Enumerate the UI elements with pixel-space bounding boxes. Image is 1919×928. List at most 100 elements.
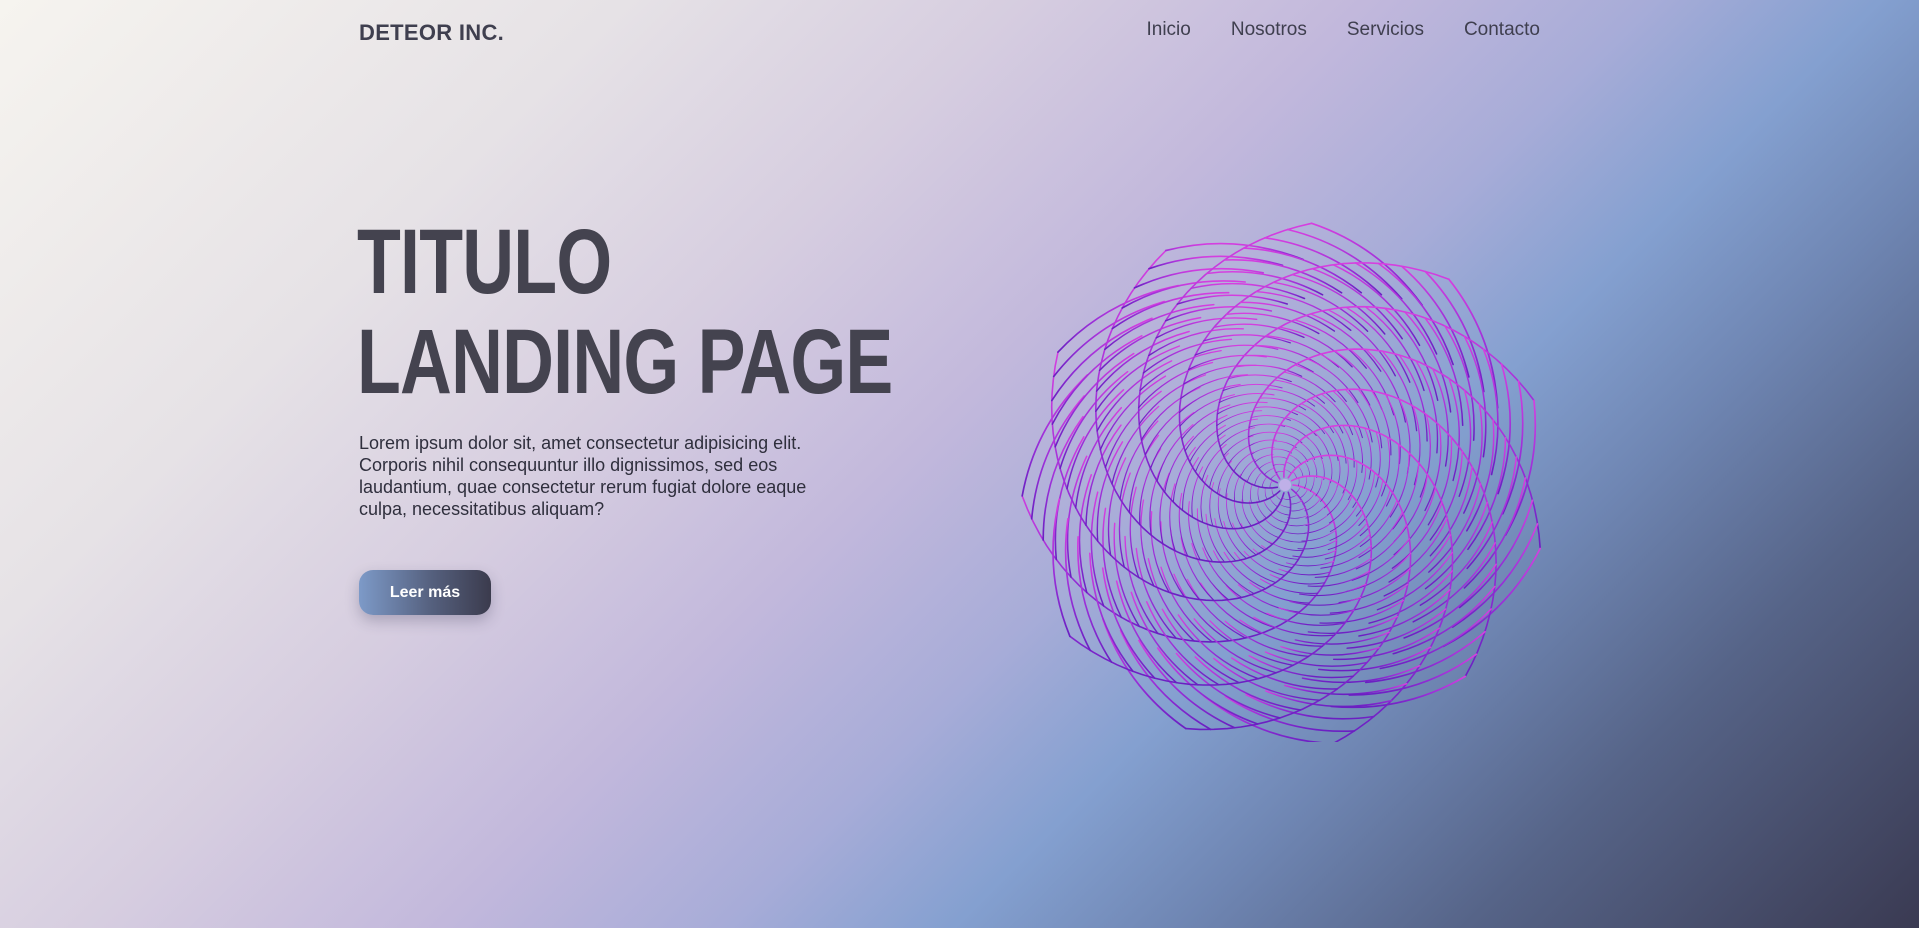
spiral-strand — [1148, 328, 1244, 357]
spiral-strand — [1269, 480, 1273, 489]
spiral-strand — [1319, 353, 1371, 406]
hero-title-line-1: TITULO — [357, 211, 612, 313]
spiral-graphic — [1021, 222, 1542, 742]
spiral-strand — [1298, 441, 1316, 460]
spiral-strand — [1278, 503, 1291, 508]
spiral-strand — [1283, 469, 1292, 474]
spiral-strand — [1225, 585, 1289, 622]
spiral-strand — [1284, 523, 1309, 527]
spiral-strand — [1345, 552, 1412, 593]
spiral-strand — [1310, 222, 1423, 306]
spiral-strand — [1254, 454, 1274, 463]
spiral-strand — [1294, 631, 1390, 645]
spiral-strand — [1310, 475, 1315, 492]
spiral-strand — [1315, 476, 1323, 497]
spiral-strand — [1338, 568, 1411, 604]
spiral-strand — [1311, 457, 1318, 478]
spiral-strand — [1304, 498, 1321, 512]
spiral-strand — [1364, 305, 1425, 392]
hero-title-line-2: LANDING PAGE — [357, 311, 893, 413]
brand-logo[interactable]: DETEOR INC. — [359, 20, 504, 46]
spiral-strand — [1249, 482, 1253, 504]
spiral-strand — [1447, 278, 1499, 409]
spiral-strand — [1239, 458, 1256, 478]
spiral-strand — [1283, 371, 1336, 403]
spiral-strand — [1242, 478, 1247, 504]
spiral-strand — [1270, 473, 1278, 480]
hero-title: TITULO LANDING PAGE — [357, 212, 893, 412]
spiral-strand — [1233, 451, 1254, 472]
spiral-strand — [1251, 447, 1275, 455]
spiral-strand — [1289, 507, 1306, 512]
spiral-strand — [1297, 477, 1300, 487]
spiral-strand — [1289, 500, 1303, 505]
spiral-strand — [1375, 431, 1381, 488]
main-nav: Inicio Nosotros Servicios Contacto — [1146, 19, 1540, 41]
nav-link-servicios[interactable]: Servicios — [1347, 19, 1424, 41]
spiral-strand — [1264, 467, 1275, 475]
spiral-strand — [1297, 465, 1304, 478]
spiral-strand — [1275, 471, 1285, 473]
spiral-strand — [1359, 488, 1391, 537]
spiral-strand — [1305, 512, 1331, 526]
spiral-strand — [1256, 520, 1280, 538]
spiral-strand — [1368, 570, 1453, 624]
spiral-strand — [1342, 424, 1355, 468]
spiral-strand — [1359, 499, 1398, 547]
spiral-strand — [1284, 682, 1408, 696]
nav-link-nosotros[interactable]: Nosotros — [1231, 19, 1307, 41]
spiral-strand — [1292, 471, 1298, 479]
spiral-strand — [1304, 475, 1307, 489]
spiral-strand — [1258, 461, 1274, 470]
spiral-strand — [1392, 462, 1420, 530]
spiral-strand — [1305, 504, 1327, 519]
spiral-center-dot — [1279, 479, 1291, 491]
spiral-strand — [1332, 390, 1363, 439]
spiral-strand — [1274, 508, 1291, 516]
spiral-strand — [1129, 486, 1140, 579]
spiral-strand — [1275, 494, 1282, 501]
spiral-strand — [1305, 435, 1323, 459]
spiral-strand — [1281, 497, 1291, 501]
spiral-strand — [1233, 551, 1277, 584]
spiral-strand — [1263, 517, 1285, 531]
spiral-strand — [1269, 513, 1288, 524]
spiral-strand — [1203, 334, 1291, 344]
spiral-strand — [1172, 446, 1196, 503]
spiral-strand — [1159, 472, 1170, 545]
spiral-strand — [1324, 483, 1339, 509]
spiral-strand — [1269, 497, 1279, 508]
spiral-strand — [1345, 306, 1411, 383]
hero-description: Lorem ipsum dolor sit, amet consectetur … — [359, 433, 807, 519]
spiral-strand — [1271, 456, 1289, 460]
spiral-strand — [1239, 301, 1336, 332]
spiral-strand — [1156, 424, 1194, 482]
spiral-strand — [1111, 291, 1230, 330]
spiral-strand — [1233, 473, 1242, 502]
spiral-strand — [1272, 463, 1286, 466]
spiral-strand — [1212, 584, 1276, 629]
spiral-strand — [1263, 499, 1274, 514]
spiral-strand — [1302, 492, 1315, 505]
nav-link-inicio[interactable]: Inicio — [1146, 19, 1190, 41]
spiral-strand — [1090, 491, 1105, 607]
spiral-strand — [1178, 383, 1241, 414]
spiral-strand — [1346, 608, 1447, 649]
spiral-strand — [1269, 573, 1326, 585]
spiral-strand — [1246, 465, 1259, 483]
spiral-strand — [1176, 294, 1289, 305]
spiral-strand — [1384, 393, 1401, 465]
spiral-strand — [1265, 388, 1316, 407]
spiral-strand — [1271, 487, 1275, 497]
nav-link-contacto[interactable]: Contacto — [1464, 19, 1540, 41]
spiral-strand — [1254, 471, 1263, 486]
spiral-strand — [1355, 524, 1408, 570]
spiral-strand — [1149, 411, 1195, 470]
spiral-strand — [1320, 393, 1354, 436]
spiral-strand — [1285, 461, 1297, 469]
spiral-strand — [1182, 457, 1200, 511]
read-more-button[interactable]: Leer más — [359, 570, 491, 615]
spiral-strand — [1330, 675, 1467, 709]
spiral-strand — [1265, 335, 1340, 368]
spiral-strand — [1273, 440, 1297, 448]
